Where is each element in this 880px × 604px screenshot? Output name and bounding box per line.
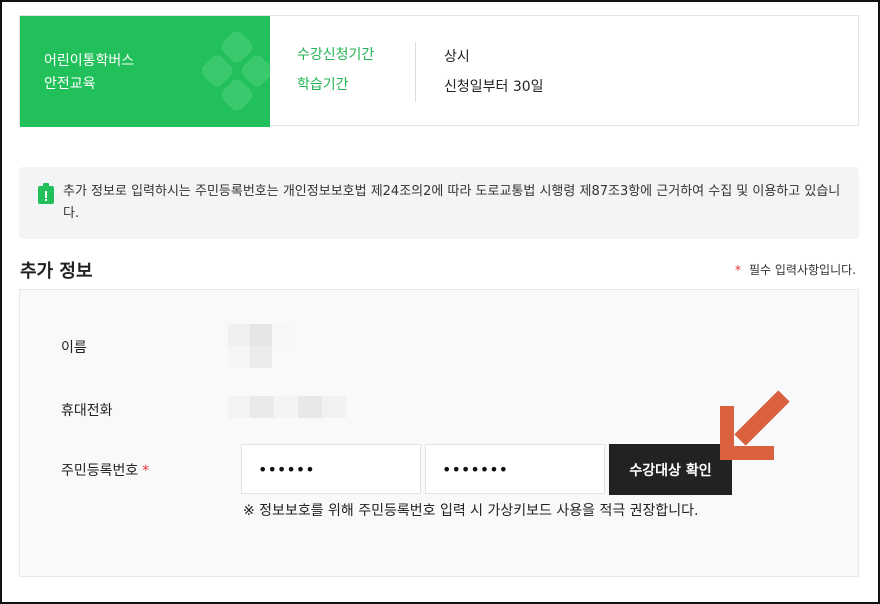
page-frame: 어린이통학버스 안전교육 수강신청기간 학습기간 상시 신청일부터 30일 추가… [0,0,880,604]
phone-label: 휴대전화 [61,403,113,419]
name-label: 이름 [61,340,87,356]
name-value-masked [228,324,294,346]
meta-divider [415,42,416,102]
rrn-front-input[interactable] [241,444,421,494]
id-badge-icon [38,183,54,204]
course-title-line2: 안전교육 [44,76,96,92]
pointer-arrow-icon [720,390,790,460]
required-star: * [735,263,741,277]
rrn-label-text: 주민등록번호 [61,463,139,479]
course-title: 어린이통학버스 안전교육 [44,50,134,96]
phone-value-masked [228,396,346,418]
rrn-label: 주민등록번호 * [61,460,149,480]
privacy-notice-text: 추가 정보로 입력하시는 주민등록번호는 개인정보보호법 제24조의2에 따라 … [63,184,841,221]
section-title: 추가 정보 [20,261,93,282]
course-banner: 어린이통학버스 안전교육 [20,16,270,127]
rrn-back-input[interactable] [425,444,605,494]
meta-label-enroll-period: 수강신청기간 [297,47,375,63]
virtual-keyboard-hint: ※ 정보보호를 위해 주민등록번호 입력 시 가상키보드 사용을 적극 권장합니… [243,503,699,519]
meta-value-study-period: 신청일부터 30일 [444,79,544,95]
required-note: * 필수 입력사항입니다. [735,261,856,278]
course-meta-values: 상시 신청일부터 30일 [444,48,544,108]
privacy-notice: 추가 정보로 입력하시는 주민등록번호는 개인정보보호법 제24조의2에 따라 … [19,167,859,239]
course-meta-labels: 수강신청기간 학습기간 [297,46,374,106]
required-note-text: 필수 입력사항입니다. [749,263,856,277]
name-value-masked-row2 [228,346,272,368]
rrn-required-star: * [142,463,150,479]
course-title-line1: 어린이통학버스 [44,53,135,69]
meta-label-study-period: 학습기간 [297,77,349,93]
meta-value-enroll-period: 상시 [444,49,470,65]
course-logo-icon [202,32,270,111]
course-card: 어린이통학버스 안전교육 수강신청기간 학습기간 상시 신청일부터 30일 [19,15,859,127]
